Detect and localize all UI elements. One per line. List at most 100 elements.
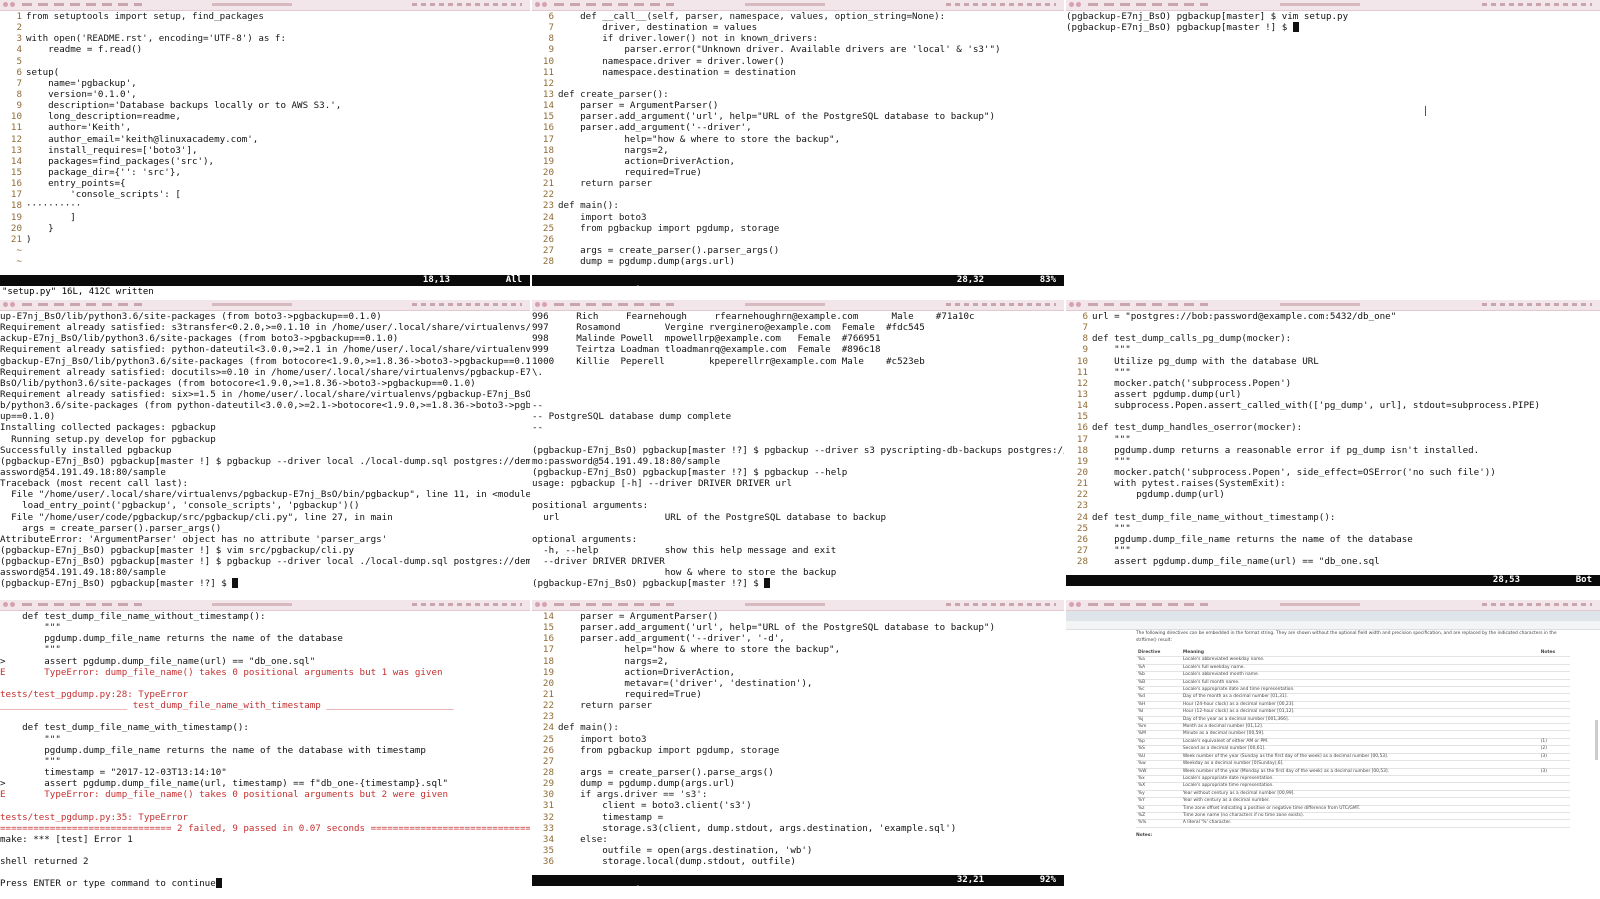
code-line: 22 return parser	[532, 700, 1064, 711]
code-line: 8 def test_dump_calls_pg_dump(mocker):	[1066, 333, 1600, 344]
code-line: 24 def test_dump_file_name_without_timest…	[1066, 512, 1600, 523]
line-text: required=True)	[558, 688, 702, 700]
terminal-line: """	[0, 644, 61, 656]
code-line: 16 parser.add_argument('--driver', '-d',	[532, 633, 1064, 644]
status-percent: 83%	[1039, 275, 1056, 285]
code-view[interactable]: 1 from setuptools import setup, find_pack…	[0, 11, 530, 299]
line-text: """	[1092, 455, 1131, 467]
pane-test-pgdump-editor[interactable]: 6 url = "postgres://bob:password@example.…	[1066, 300, 1600, 599]
code-line: 11 author='Keith',	[0, 122, 530, 133]
terminal-line: Traceback (most recent call last):	[0, 478, 189, 490]
line-number: 9	[1082, 344, 1088, 356]
vim-message: "setup.py" 16L, 412C written	[2, 287, 154, 297]
code-line: 10 Utilize pg_dump with the database URL	[1066, 356, 1600, 367]
browser-address-bar[interactable]	[1066, 621, 1600, 630]
code-line: 19 ]	[0, 212, 530, 223]
browser-scrollbar[interactable]	[1595, 720, 1598, 760]
line-text: namespace.destination = destination	[558, 66, 796, 78]
line-text: }	[26, 222, 54, 234]
status-file: src/pgbackup/cli.py [+]	[553, 286, 679, 296]
line-text: ··········	[26, 200, 82, 212]
line-number: 15	[1076, 411, 1088, 423]
mouse-ibeam-icon	[1425, 106, 1426, 116]
code-line: 30 if args.driver == 's3':	[532, 789, 1064, 800]
code-view[interactable]: 6 def __call__(self, parser, namespace, …	[532, 11, 1064, 299]
status-percent: 92%	[1039, 875, 1056, 885]
terminal-output[interactable]: def test_dump_file_name_without_timestam…	[0, 611, 530, 899]
terminal-line: optional arguments:	[532, 533, 638, 545]
code-line: 10 namespace.driver = driver.lower()	[532, 56, 1064, 67]
table-cell: %U	[1136, 753, 1181, 762]
terminal-output[interactable]: up-E7nj_BsO/lib/python3.6/site-packages …	[0, 311, 530, 599]
line-number: 24	[1076, 511, 1088, 523]
line-text: mocker.patch('subprocess.Popen', side_ef…	[1092, 466, 1496, 478]
pane-terminal-pgbackup-help[interactable]: 996 Rich Fearnehough rfearnehoughrn@exam…	[532, 300, 1064, 599]
terminal-line: (pgbackup-E7nj_BsO) pgbackup[master !] $	[1066, 22, 1600, 33]
terminal-output[interactable]: (pgbackup-E7nj_BsO) pgbackup[master] $ v…	[1066, 11, 1600, 299]
line-text: long_description=readme,	[26, 111, 181, 123]
line-number: 25	[1076, 522, 1088, 534]
line-text: dump = pgdump.dump(args.url)	[558, 778, 736, 790]
table-row: %w Weekday as a decimal number [0(Sunday)…	[1136, 760, 1570, 769]
terminal-line: pgdump.dump_file_name returns the name o…	[0, 744, 426, 756]
code-view[interactable]: 14 parser = ArgumentParser() 15 parser.ad…	[532, 611, 1064, 899]
line-number: 36	[542, 856, 554, 868]
terminal-line: ackup-E7nj_BsO/lib/python3.6/site-packag…	[0, 333, 399, 345]
vim-status-line: setup.py [+] 18,13 All	[0, 275, 530, 296]
terminal-line: """	[0, 755, 61, 767]
code-line: 20 metavar=('driver', 'destination'),	[532, 678, 1064, 689]
table-cell: Time zone name (no characters if no time…	[1180, 812, 1539, 821]
menu-bar	[1066, 0, 1600, 11]
table-cell: %%	[1136, 819, 1181, 828]
pane-terminal-top-right[interactable]: (pgbackup-E7nj_BsO) pgbackup[master] $ v…	[1066, 0, 1600, 299]
vim-status-line: tests/test_pgdump.py [+] 28,53 Bot	[1066, 575, 1600, 596]
table-row: %p Locale's equivalent of either AM or PM…	[1136, 738, 1570, 747]
line-number: 27	[1076, 544, 1088, 556]
line-text: def test_dump_calls_pg_dump(mocker):	[1092, 333, 1292, 345]
status-file: tests/test_pgdump.py [+]	[1087, 586, 1218, 596]
line-text: package_dir={'': 'src'},	[26, 166, 181, 178]
line-number: 35	[542, 844, 554, 856]
terminal-line: 996 Rich Fearnehough rfearnehoughrn@exam…	[532, 311, 975, 322]
code-line: 10 long_description=readme,	[0, 111, 530, 122]
code-line: 26	[532, 234, 1064, 245]
pane-cli-py-editor[interactable]: 6 def __call__(self, parser, namespace, …	[532, 0, 1064, 299]
code-line: ~	[0, 245, 530, 256]
code-line: 17 'console_scripts': [	[0, 189, 530, 200]
table-cell: Week number of the year (Sunday as the f…	[1180, 753, 1539, 762]
line-number: 34	[542, 833, 554, 845]
table-row: %d Day of the month as a decimal number […	[1136, 693, 1570, 702]
table-cell	[1538, 664, 1570, 673]
pane-pytest-output[interactable]: def test_dump_file_name_without_timestam…	[0, 600, 530, 899]
table-cell	[1538, 679, 1570, 688]
code-line: 19 """	[1066, 456, 1600, 467]
terminal-line: (pgbackup-E7nj_BsO) pgbackup[master !] $…	[0, 455, 530, 467]
table-cell: Year with century as a decimal number.	[1180, 797, 1539, 806]
line-number: 10	[1076, 355, 1088, 367]
col-meaning: Meaning	[1180, 650, 1539, 658]
table-row: %U Week number of the year (Sunday as the…	[1136, 753, 1570, 762]
pane-browser-docs[interactable]: The following directives can be embedded…	[1066, 600, 1600, 899]
pane-cli-py-editor-2[interactable]: 14 parser = ArgumentParser() 15 parser.ad…	[532, 600, 1064, 899]
vim-status-line: src/pgbackup/cli.py [+] 32,21 92%	[532, 875, 1064, 896]
code-line: 13 assert pgdump.dump(url)	[1066, 389, 1600, 400]
line-text: timestamp =	[558, 811, 669, 823]
line-text: with open('README.rst', encoding='UTF-8'…	[26, 33, 286, 45]
terminal-output[interactable]: 996 Rich Fearnehough rfearnehoughrn@exam…	[532, 311, 1064, 599]
code-view[interactable]: 6 url = "postgres://bob:password@example.…	[1066, 311, 1600, 599]
terminal-line: (pgbackup-E7nj_BsO) pgbackup[master] $ v…	[1066, 11, 1349, 22]
code-line: 32 timestamp =	[532, 812, 1064, 823]
line-number: 16	[542, 633, 554, 645]
line-text: dump = pgdump.dump(args.url)	[558, 256, 736, 268]
pane-setup-py-editor[interactable]: 1 from setuptools import setup, find_pack…	[0, 0, 530, 299]
table-row: %H Hour (24-hour clock) as a decimal numb…	[1136, 701, 1570, 710]
code-line: 17 help="how & where to store the backup…	[532, 134, 1064, 145]
code-line: 34 else:	[532, 834, 1064, 845]
pane-terminal-pip-install[interactable]: up-E7nj_BsO/lib/python3.6/site-packages …	[0, 300, 530, 599]
terminal-line: def test_dump_file_name_with_timestamp()…	[0, 722, 249, 734]
terminal-line: def test_dump_file_name_without_timestam…	[0, 611, 266, 622]
line-text: metavar=('driver', 'destination'),	[558, 677, 813, 689]
browser-tab-strip[interactable]	[1066, 611, 1600, 621]
